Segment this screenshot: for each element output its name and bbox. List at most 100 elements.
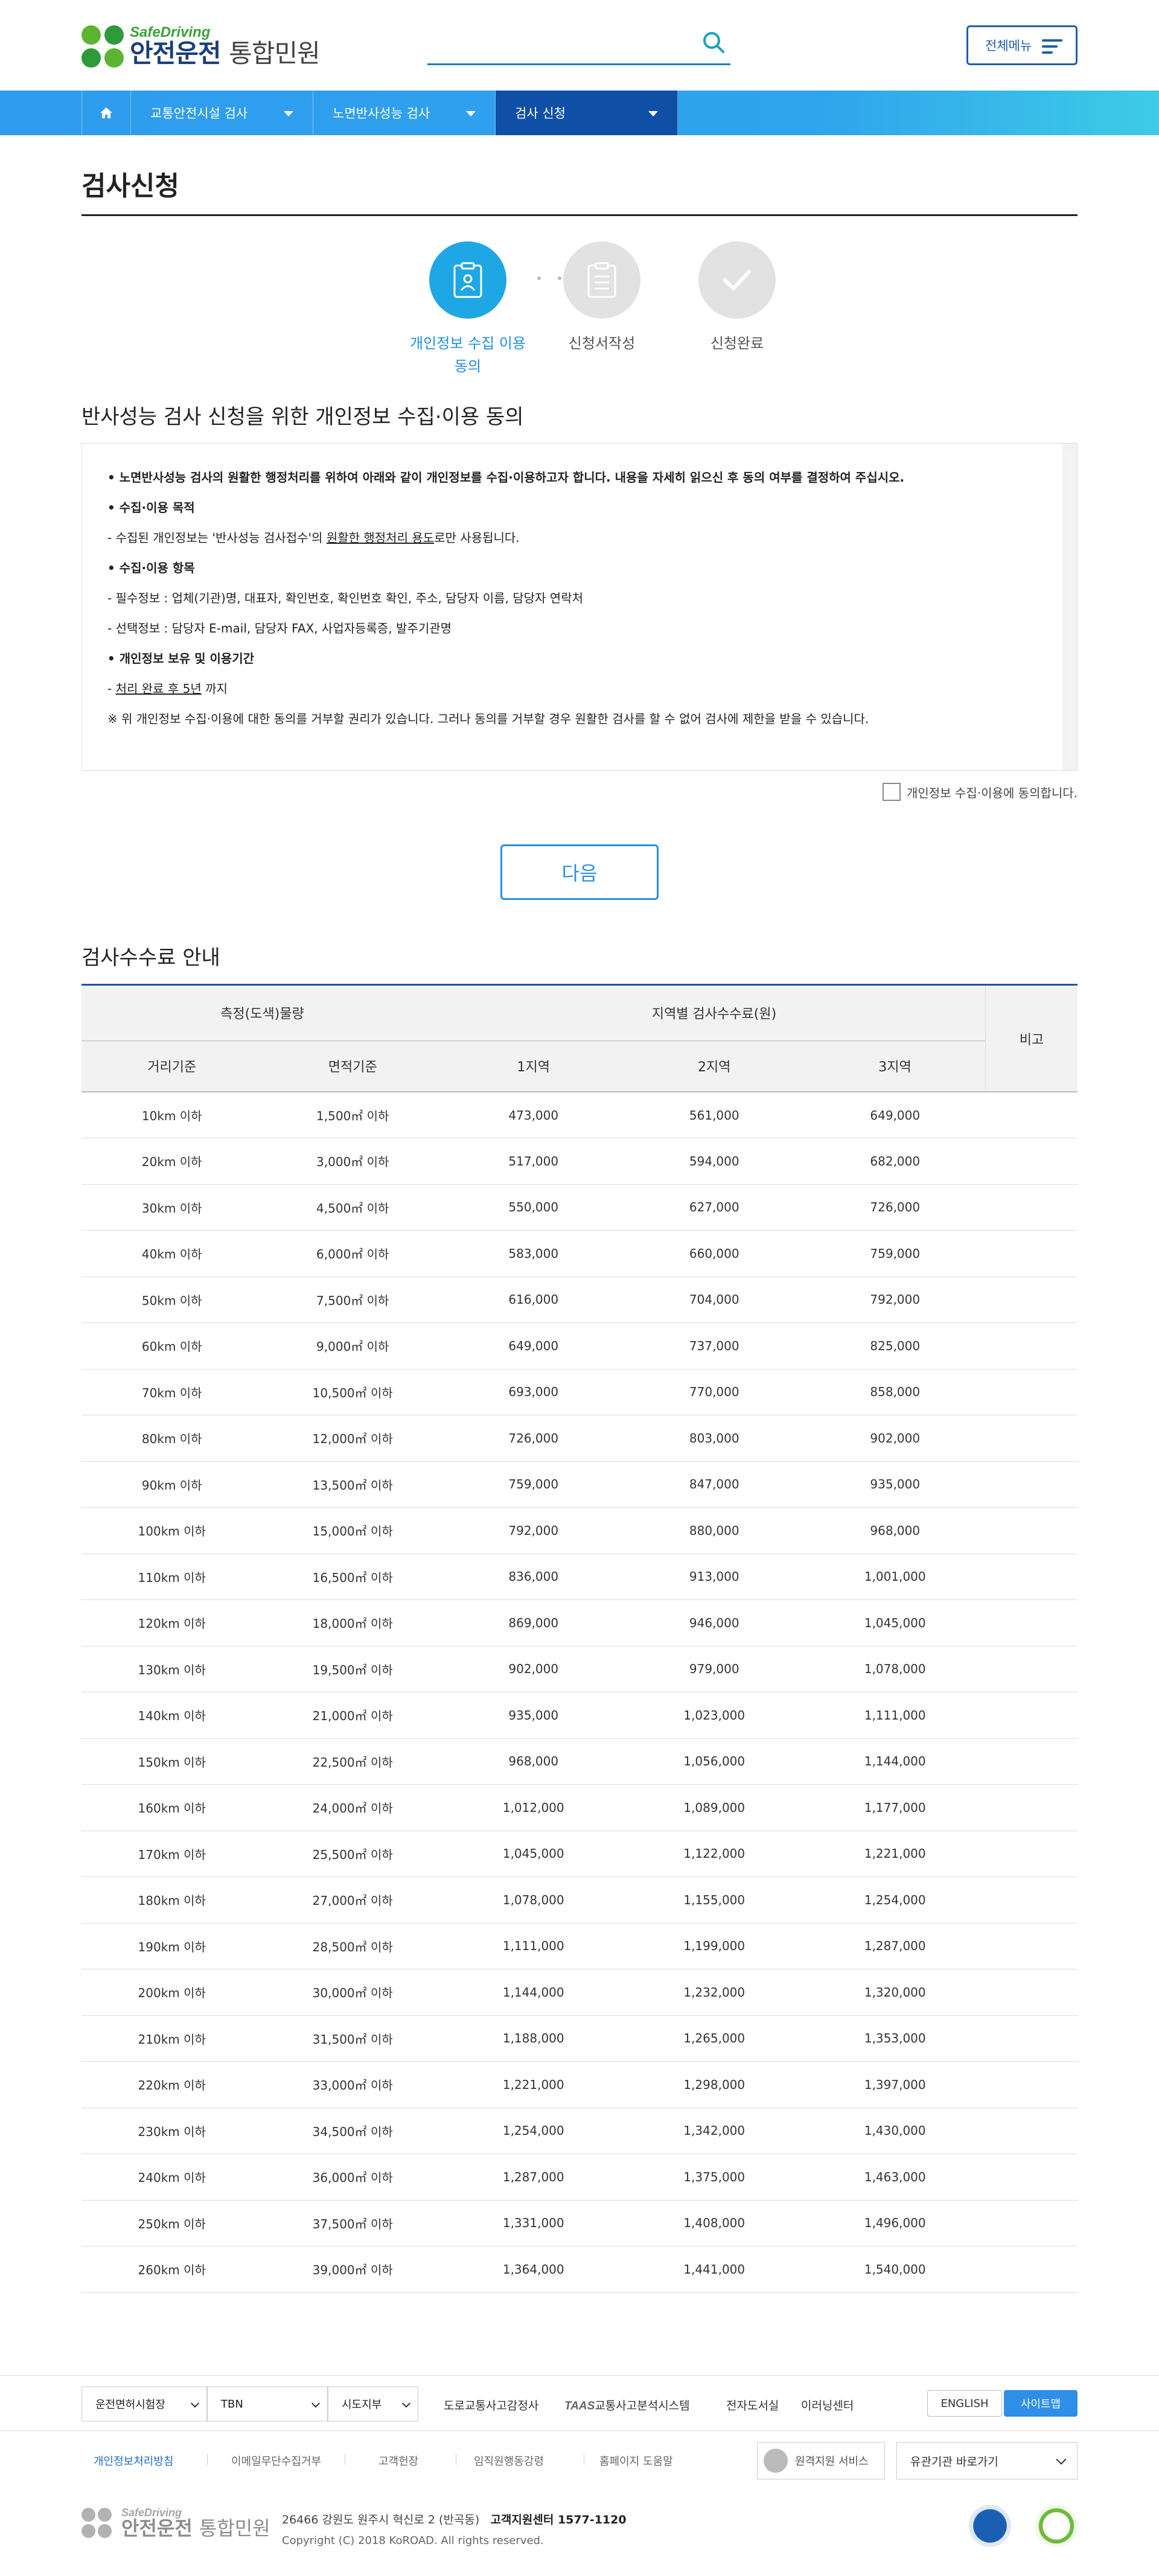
- remote-icon: [764, 2449, 788, 2473]
- web-accessibility-mark-icon: [1035, 2505, 1078, 2547]
- link-elearning[interactable]: 이러닝센터: [801, 2397, 854, 2413]
- cell-region3: 1,177,000: [805, 1784, 986, 1831]
- cell-area: 25,500㎡ 이하: [262, 1830, 443, 1877]
- link-customer-charter[interactable]: 고객헌장: [378, 2453, 418, 2469]
- cell-region1: 1,221,000: [443, 2061, 624, 2108]
- cell-region1: 1,078,000: [443, 1876, 624, 1923]
- link-taas[interactable]: TAAS교통사고분석시스템: [564, 2397, 690, 2413]
- cell-region1: 1,045,000: [443, 1830, 624, 1877]
- agree-label[interactable]: 개인정보 수집·이용에 동의합니다.: [907, 783, 1078, 801]
- cell-region1: 968,000: [443, 1738, 624, 1785]
- cell-area: 27,000㎡ 이하: [262, 1876, 443, 1923]
- cell-region1: 836,000: [443, 1553, 624, 1600]
- table-row: 90km 이하 13,500㎡ 이하 759,000 847,000 935,000: [81, 1461, 1078, 1508]
- cell-region2: 847,000: [624, 1461, 805, 1508]
- nav-menu-road-reflect[interactable]: 노면반사성능 검사: [313, 91, 496, 135]
- cell-region1: 693,000: [443, 1368, 624, 1415]
- cell-region2: 1,232,000: [624, 1969, 805, 2015]
- link-accident-appraiser[interactable]: 도로교통사고감정사: [444, 2397, 538, 2413]
- cell-region3: 1,045,000: [805, 1599, 986, 1646]
- table-row: 40km 이하 6,000㎡ 이하 583,000 660,000 759,000: [81, 1230, 1078, 1277]
- table-row: 160km 이하 24,000㎡ 이하 1,012,000 1,089,000 1,17…: [81, 1784, 1078, 1831]
- head-measure: 측정(도색)물량: [81, 986, 443, 1041]
- cell-region3: 1,353,000: [805, 2015, 986, 2062]
- consent-section-title: 반사성능 검사 신청을 위한 개인정보 수집·이용 동의: [81, 405, 524, 429]
- cell-note: [985, 1138, 1078, 1184]
- cell-note: [985, 1969, 1078, 2015]
- cell-region2: 1,155,000: [624, 1876, 805, 1923]
- english-button[interactable]: ENGLISH: [927, 2390, 1002, 2417]
- cell-region3: 858,000: [805, 1368, 986, 1415]
- cell-area: 6,000㎡ 이하: [262, 1230, 443, 1277]
- cell-area: 33,000㎡ 이하: [262, 2061, 443, 2108]
- table-row: 110km 이하 16,500㎡ 이하 836,000 913,000 1,001,00…: [81, 1553, 1078, 1600]
- next-button[interactable]: 다음: [500, 844, 659, 900]
- cell-region1: 1,111,000: [443, 1922, 624, 1969]
- related-sites-select[interactable]: 유관기관 바로가기: [896, 2442, 1078, 2479]
- cell-region1: 1,331,000: [443, 2199, 624, 2246]
- site-logo[interactable]: SafeDriving 안전운전 통합민원: [81, 25, 321, 68]
- cell-distance: 200km 이하: [81, 1969, 263, 2015]
- cell-region3: 1,221,000: [805, 1830, 986, 1877]
- caret-down-icon: [466, 111, 476, 116]
- home-button[interactable]: [81, 91, 131, 135]
- caret-down-icon: [648, 111, 658, 116]
- cell-note: [985, 1184, 1078, 1231]
- search-icon[interactable]: [701, 30, 726, 54]
- cell-area: 16,500㎡ 이하: [262, 1553, 443, 1600]
- nav-menu-traffic-facility[interactable]: 교통안전시설 검사: [131, 91, 313, 135]
- site-footer: 운전면허시험장 TBN 시도지부 도로교통사고감정사 TAAS교통사고분석시스템…: [0, 2375, 1159, 2575]
- table-row: 20km 이하 3,000㎡ 이하 517,000 594,000 682,000: [81, 1138, 1078, 1184]
- cell-region2: 561,000: [624, 1091, 805, 1138]
- link-email-refusal[interactable]: 이메일무단수집거부: [231, 2453, 321, 2469]
- select-branch[interactable]: 시도지부: [328, 2386, 418, 2421]
- cell-distance: 240km 이하: [81, 2154, 263, 2200]
- cell-region2: 627,000: [624, 1184, 805, 1231]
- nav-menu-apply[interactable]: 검사 신청: [496, 91, 678, 135]
- nav-label: 노면반사성능 검사: [333, 106, 430, 121]
- table-row: 250km 이하 37,500㎡ 이하 1,331,000 1,408,000 1,49…: [81, 2199, 1078, 2246]
- check-icon: [698, 241, 776, 319]
- link-help[interactable]: 홈페이지 도움말: [599, 2453, 673, 2469]
- caret-down-icon: [284, 111, 293, 116]
- cell-distance: 230km 이하: [81, 2107, 263, 2154]
- cell-region2: 1,375,000: [624, 2154, 805, 2200]
- cell-distance: 190km 이하: [81, 1922, 263, 1969]
- clover-logo-icon: [81, 2508, 112, 2538]
- select-license-center[interactable]: 운전면허시험장: [81, 2386, 207, 2421]
- cell-distance: 80km 이하: [81, 1415, 263, 1461]
- table-row: 70km 이하 10,500㎡ 이하 693,000 770,000 858,000: [81, 1368, 1078, 1415]
- all-menu-button[interactable]: 전체메뉴: [966, 25, 1078, 65]
- consent-text-box[interactable]: • 노면반사성능 검사의 원활한 행정처리를 위하여 아래와 같이 개인정보를 …: [81, 443, 1078, 771]
- sitemap-button[interactable]: 사이트맵: [1004, 2390, 1078, 2417]
- table-row: 180km 이하 27,000㎡ 이하 1,078,000 1,155,000 1,25…: [81, 1876, 1078, 1923]
- cell-distance: 110km 이하: [81, 1553, 263, 1600]
- cell-distance: 50km 이하: [81, 1276, 263, 1323]
- link-e-library[interactable]: 전자도서실: [726, 2397, 779, 2413]
- search-input[interactable]: [427, 25, 730, 65]
- cell-area: 24,000㎡ 이하: [262, 1784, 443, 1831]
- table-row: 200km 이하 30,000㎡ 이하 1,144,000 1,232,000 1,32…: [81, 1969, 1078, 2015]
- cell-region2: 704,000: [624, 1276, 805, 1323]
- cell-area: 13,500㎡ 이하: [262, 1461, 443, 1508]
- home-icon: [100, 107, 112, 118]
- table-row: 120km 이하 18,000㎡ 이하 869,000 946,000 1,045,00…: [81, 1599, 1078, 1646]
- table-row: 10km 이하 1,500㎡ 이하 473,000 561,000 649,000: [81, 1091, 1078, 1138]
- cell-region1: 1,254,000: [443, 2107, 624, 2154]
- cell-area: 1,500㎡ 이하: [262, 1091, 443, 1138]
- remote-support-button[interactable]: 원격지원 서비스: [757, 2442, 885, 2479]
- cell-region3: 825,000: [805, 1322, 986, 1369]
- cell-region1: 473,000: [443, 1091, 624, 1138]
- cell-distance: 10km 이하: [81, 1091, 263, 1138]
- select-tbn[interactable]: TBN: [207, 2386, 328, 2421]
- cell-note: [985, 1553, 1078, 1600]
- agree-checkbox[interactable]: [882, 783, 901, 801]
- scrollbar[interactable]: [1062, 444, 1077, 770]
- cell-area: 22,500㎡ 이하: [262, 1738, 443, 1785]
- link-privacy-policy[interactable]: 개인정보처리방침: [94, 2453, 173, 2469]
- cell-note: [985, 2199, 1078, 2246]
- table-row: 80km 이하 12,000㎡ 이하 726,000 803,000 902,000: [81, 1415, 1078, 1461]
- cell-distance: 210km 이하: [81, 2015, 263, 2062]
- cell-region3: 649,000: [805, 1091, 986, 1138]
- link-code-of-conduct[interactable]: 임직원행동강령: [474, 2453, 544, 2469]
